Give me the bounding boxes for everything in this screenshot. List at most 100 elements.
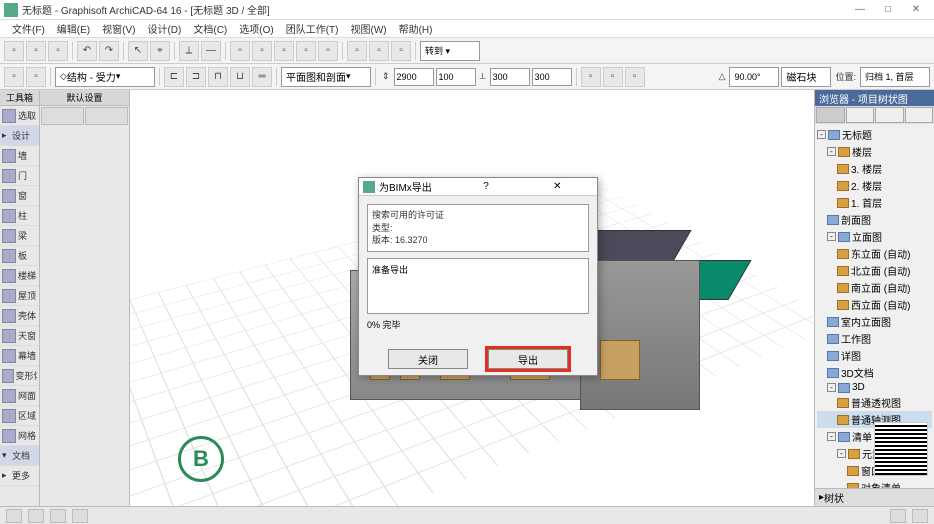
tool-wall[interactable]: 墙 xyxy=(0,146,39,166)
tool-morph[interactable]: 变形体 xyxy=(0,366,39,386)
nav-tab-4[interactable] xyxy=(905,107,934,123)
tree-item[interactable]: 3D文档 xyxy=(841,365,874,380)
tree-item[interactable]: 东立面 (自动) xyxy=(851,246,910,261)
tree-item[interactable]: 1. 首层 xyxy=(851,195,882,210)
tb-a[interactable]: ▫ xyxy=(230,41,250,61)
menu-options[interactable]: 选项(O) xyxy=(235,21,277,36)
menu-edit[interactable]: 编辑(E) xyxy=(53,21,94,36)
section-design[interactable]: ▸设计 xyxy=(0,126,39,146)
ip-b[interactable] xyxy=(85,107,128,125)
tool-slab[interactable]: 板 xyxy=(0,246,39,266)
nav-tab-1[interactable] xyxy=(816,107,845,123)
sb-r1[interactable] xyxy=(890,509,906,523)
tree-item[interactable]: 普通透视图 xyxy=(851,395,901,410)
tree-item[interactable]: 详图 xyxy=(841,348,861,363)
tool-shell[interactable]: 壳体 xyxy=(0,306,39,326)
tree-elevations[interactable]: 立面图 xyxy=(852,229,882,244)
tree-sections[interactable]: 剖面图 xyxy=(841,212,871,227)
maximize-button[interactable]: □ xyxy=(874,1,902,19)
new-icon[interactable]: ▫ xyxy=(4,41,24,61)
tool-zone[interactable]: 区域 xyxy=(0,406,39,426)
tree-schedules[interactable]: 清单 xyxy=(852,429,872,444)
sb-2[interactable] xyxy=(28,509,44,523)
snap-dropdown[interactable]: 磁石块 xyxy=(781,67,831,87)
ts-f[interactable]: ⊔ xyxy=(230,67,250,87)
tree-item[interactable]: 3. 楼层 xyxy=(851,161,882,176)
tree-item[interactable]: 南立面 (自动) xyxy=(851,280,910,295)
ts-c[interactable]: ⊏ xyxy=(164,67,184,87)
menu-teamwork[interactable]: 团队工作(T) xyxy=(282,21,343,36)
menu-help[interactable]: 帮助(H) xyxy=(395,21,437,36)
val2-input[interactable] xyxy=(436,68,476,86)
measure-icon[interactable]: ⟂ xyxy=(179,41,199,61)
tree-3d[interactable]: 3D xyxy=(852,382,865,393)
tool-more[interactable]: ▸更多 xyxy=(0,466,39,486)
nav-tab-2[interactable] xyxy=(846,107,875,123)
ts-b[interactable]: ▫ xyxy=(26,67,46,87)
tool-select[interactable]: 选取 xyxy=(0,106,39,126)
tool-stair[interactable]: 楼梯 xyxy=(0,266,39,286)
save-icon[interactable]: ▫ xyxy=(48,41,68,61)
sb-r2[interactable] xyxy=(912,509,928,523)
ts-d[interactable]: ⊐ xyxy=(186,67,206,87)
tree-item[interactable]: 西立面 (自动) xyxy=(851,297,910,312)
minimize-button[interactable]: — xyxy=(846,1,874,19)
tb-g[interactable]: ▫ xyxy=(369,41,389,61)
sb-3[interactable] xyxy=(50,509,66,523)
pos-dropdown[interactable]: 归档 1, 首层 xyxy=(860,67,930,87)
nav-tab-3[interactable] xyxy=(875,107,904,123)
tool-roof[interactable]: 屋顶 xyxy=(0,286,39,306)
dialog-close-button[interactable]: ✕ xyxy=(522,181,593,192)
tree-item[interactable]: 对象清单 xyxy=(861,480,901,488)
val4-input[interactable] xyxy=(532,68,572,86)
tool-curtainwall[interactable]: 幕墙 xyxy=(0,346,39,366)
tb-f[interactable]: ▫ xyxy=(347,41,367,61)
tree-item[interactable]: 2. 楼层 xyxy=(851,178,882,193)
ts-e[interactable]: ⊓ xyxy=(208,67,228,87)
dialog-titlebar[interactable]: 为BIMx导出 ? ✕ xyxy=(359,178,597,196)
tb-b[interactable]: ▫ xyxy=(252,41,272,61)
dialog-help-button[interactable]: ? xyxy=(450,181,521,192)
undo-icon[interactable]: ↶ xyxy=(77,41,97,61)
tool-door[interactable]: 门 xyxy=(0,166,39,186)
ruler-icon[interactable]: — xyxy=(201,41,221,61)
section-dropdown[interactable]: 平面图和剖面 ▾ xyxy=(281,67,371,87)
tb-d[interactable]: ▫ xyxy=(296,41,316,61)
tree-item[interactable]: 工作图 xyxy=(841,331,871,346)
tool-beam[interactable]: 梁 xyxy=(0,226,39,246)
tb-c[interactable]: ▫ xyxy=(274,41,294,61)
cursor-icon[interactable]: ↖ xyxy=(128,41,148,61)
tree-item[interactable]: 北立面 (自动) xyxy=(851,263,910,278)
menu-view[interactable]: 视窗(V) xyxy=(98,21,139,36)
pick-icon[interactable]: ⌖ xyxy=(150,41,170,61)
export-button[interactable]: 导出 xyxy=(488,349,568,369)
menu-file[interactable]: 文件(F) xyxy=(8,21,49,36)
tool-skylight[interactable]: 天窗 xyxy=(0,326,39,346)
close-button[interactable]: ✕ xyxy=(902,1,930,19)
ts-j[interactable]: ▫ xyxy=(625,67,645,87)
tree-floors[interactable]: 楼层 xyxy=(852,144,872,159)
tree-root[interactable]: 无标题 xyxy=(842,127,872,142)
tb-h[interactable]: ▫ xyxy=(391,41,411,61)
tool-grid[interactable]: 网格 xyxy=(0,426,39,446)
ts-a[interactable]: ▫ xyxy=(4,67,24,87)
tool-mesh[interactable]: 网面 xyxy=(0,386,39,406)
ip-a[interactable] xyxy=(41,107,84,125)
sb-4[interactable] xyxy=(72,509,88,523)
menu-document[interactable]: 文档(C) xyxy=(189,21,231,36)
tb-e[interactable]: ▫ xyxy=(318,41,338,61)
val3-input[interactable] xyxy=(490,68,530,86)
layer-dropdown[interactable]: ◇ 结构 - 受力 ▾ xyxy=(55,67,155,87)
menu-design[interactable]: 设计(D) xyxy=(143,21,185,36)
angle-field[interactable]: 90.00° xyxy=(729,67,779,87)
open-icon[interactable]: ▫ xyxy=(26,41,46,61)
expand-icon[interactable]: - xyxy=(817,130,826,139)
tool-column[interactable]: 柱 xyxy=(0,206,39,226)
close-button[interactable]: 关闭 xyxy=(388,349,468,369)
tree-item[interactable]: 室内立面图 xyxy=(841,314,891,329)
sb-1[interactable] xyxy=(6,509,22,523)
ts-i[interactable]: ▫ xyxy=(603,67,623,87)
goto-dropdown[interactable]: 转到 ▾ xyxy=(420,41,480,61)
section-document[interactable]: ▾文档 xyxy=(0,446,39,466)
menu-window[interactable]: 视图(W) xyxy=(346,21,390,36)
